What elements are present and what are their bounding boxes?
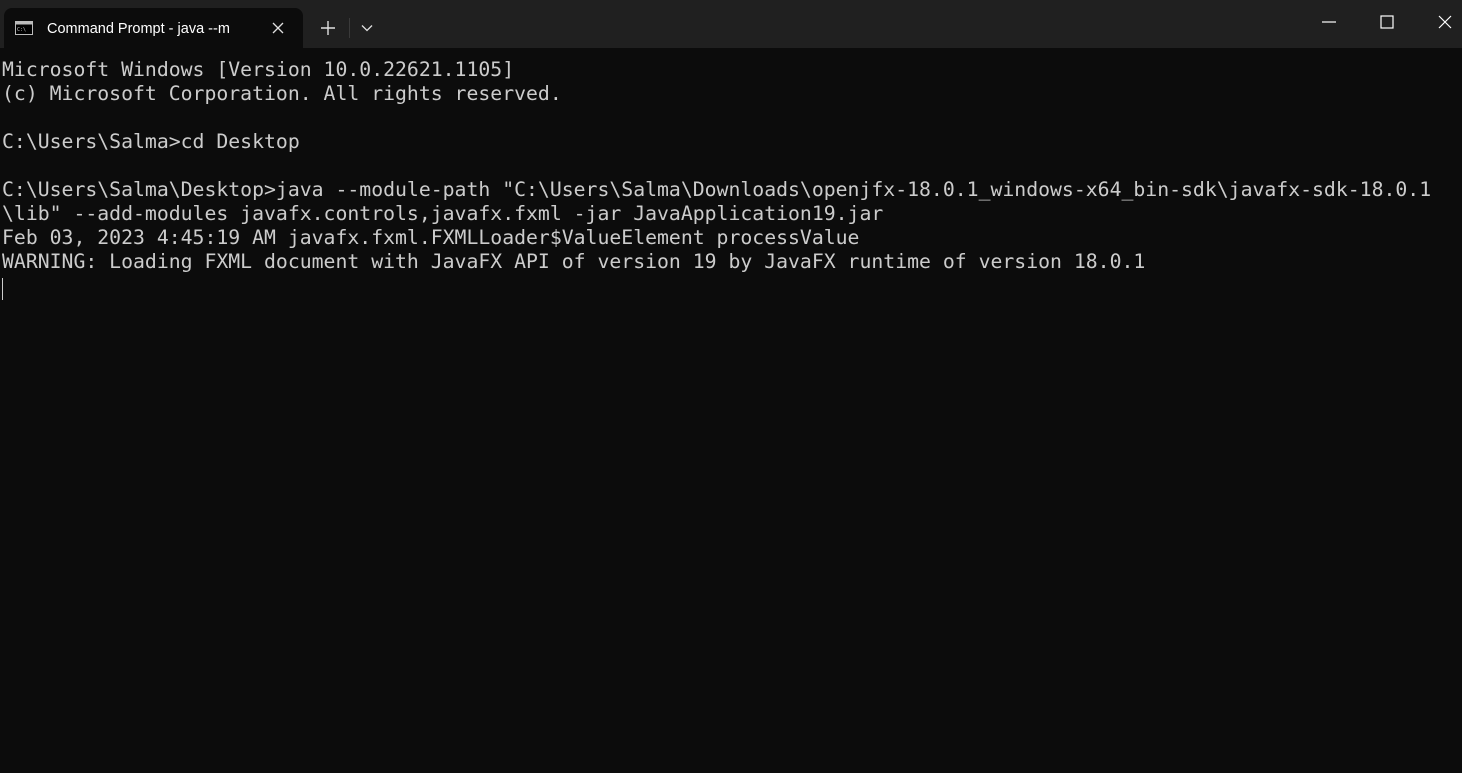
close-icon[interactable] xyxy=(1416,0,1462,44)
svg-text:C:\: C:\ xyxy=(17,27,26,33)
console-output[interactable]: Microsoft Windows [Version 10.0.22621.11… xyxy=(2,58,1460,770)
chevron-down-icon[interactable] xyxy=(354,14,380,42)
console-line: (c) Microsoft Corporation. All rights re… xyxy=(2,82,562,105)
tab-divider xyxy=(349,18,350,38)
console-line: C:\Users\Salma\Desktop>java --module-pat… xyxy=(2,178,1432,201)
console-line: Feb 03, 2023 4:45:19 AM javafx.fxml.FXML… xyxy=(2,226,860,249)
tab-bar: C:\ Command Prompt - java --m xyxy=(0,0,1462,48)
tab-title: Command Prompt - java --m xyxy=(47,21,230,37)
maximize-icon[interactable] xyxy=(1358,0,1416,44)
console-line: \lib" --add-modules javafx.controls,java… xyxy=(2,202,884,225)
plus-icon[interactable] xyxy=(314,14,342,42)
cmd-terminal-icon: C:\ xyxy=(15,20,33,35)
text-cursor xyxy=(2,278,3,300)
minimize-icon[interactable] xyxy=(1300,0,1358,44)
console-line: C:\Users\Salma>cd Desktop xyxy=(2,130,300,153)
tab-close-icon[interactable] xyxy=(268,18,288,38)
console-line: Microsoft Windows [Version 10.0.22621.11… xyxy=(2,58,515,81)
tab-command-prompt[interactable]: C:\ Command Prompt - java --m xyxy=(4,8,303,48)
console-prompt-line[interactable] xyxy=(2,274,1460,300)
terminal-window: C:\ Command Prompt - java --m Microsoft … xyxy=(0,0,1462,773)
console-line: WARNING: Loading FXML document with Java… xyxy=(2,250,1146,273)
